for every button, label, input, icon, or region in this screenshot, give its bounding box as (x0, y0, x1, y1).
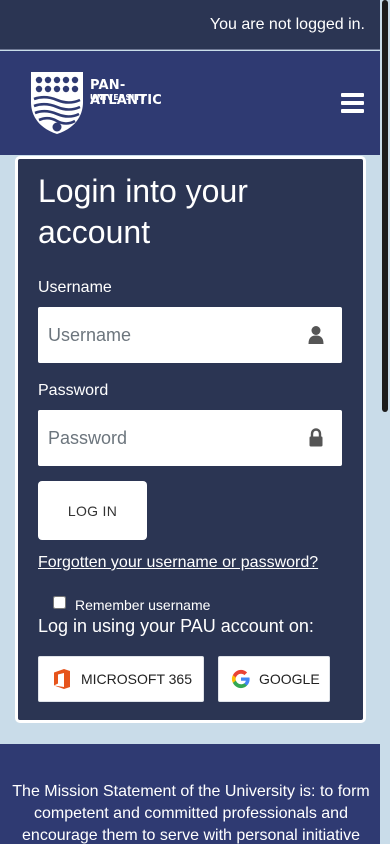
page-scrollbar[interactable] (382, 0, 388, 412)
google-label: GOOGLE (259, 671, 320, 687)
office-365-icon (54, 669, 70, 689)
username-input[interactable] (38, 307, 342, 363)
lock-icon (309, 428, 323, 447)
username-label: Username (38, 279, 112, 296)
microsoft-365-label: MICROSOFT 365 (81, 671, 192, 687)
remember-username-label: Remember username (75, 597, 211, 613)
password-label: Password (38, 382, 109, 399)
crest-icon (31, 72, 83, 134)
login-heading: Login into your account (38, 173, 248, 250)
login-card: Login into your account Username Passwor… (15, 156, 366, 723)
google-login-button[interactable]: GOOGLE (218, 656, 330, 702)
user-icon (308, 326, 324, 344)
forgot-credentials-link[interactable]: Forgotten your username or password? (38, 554, 318, 572)
password-input[interactable] (38, 410, 342, 466)
google-icon (231, 669, 250, 689)
university-logo[interactable]: PAN-ATLANTIC UNIVERSITY (28, 70, 188, 136)
header-navbar: PAN-ATLANTIC UNIVERSITY (0, 51, 380, 155)
microsoft-365-login-button[interactable]: MICROSOFT 365 (38, 656, 204, 702)
login-button[interactable]: LOG IN (38, 481, 147, 540)
top-status-bar: You are not logged in. (0, 0, 380, 50)
mission-statement: The Mission Statement of the University … (12, 783, 370, 844)
sso-prompt: Log in using your PAU account on: (38, 616, 314, 636)
remember-username-row: Remember username (53, 594, 353, 614)
login-status-text: You are not logged in. (209, 16, 365, 33)
footer: The Mission Statement of the University … (0, 744, 380, 844)
remember-username-checkbox[interactable] (53, 596, 66, 609)
hamburger-menu-icon[interactable] (341, 93, 364, 113)
logo-name-line2: UNIVERSITY (90, 93, 147, 102)
